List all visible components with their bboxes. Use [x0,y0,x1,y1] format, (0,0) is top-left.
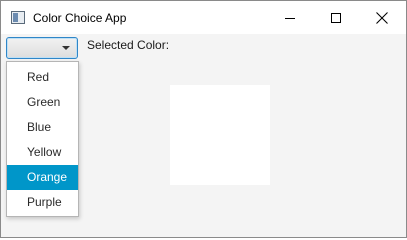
color-dropdown-list[interactable]: Red Green Blue Yellow Orange Purple [6,61,79,217]
dropdown-item-purple[interactable]: Purple [7,190,78,215]
title-bar[interactable]: Color Choice App [1,1,406,34]
color-combo-box[interactable] [6,37,78,59]
chevron-down-icon[interactable] [62,46,70,50]
color-swatch [170,85,270,185]
dropdown-item-blue[interactable]: Blue [7,115,78,140]
dropdown-item-red[interactable]: Red [7,65,78,90]
app-window: Color Choice App Selected Color: Red Gree… [0,0,407,238]
dropdown-item-green[interactable]: Green [7,90,78,115]
maximize-button[interactable] [313,1,359,34]
close-icon [376,12,388,24]
close-button[interactable] [359,1,405,34]
selected-color-label: Selected Color: [87,38,170,52]
dropdown-item-yellow[interactable]: Yellow [7,140,78,165]
dropdown-item-orange[interactable]: Orange [7,165,78,190]
minimize-button[interactable] [267,1,313,34]
app-window-icon [11,11,25,24]
window-title: Color Choice App [33,11,127,25]
